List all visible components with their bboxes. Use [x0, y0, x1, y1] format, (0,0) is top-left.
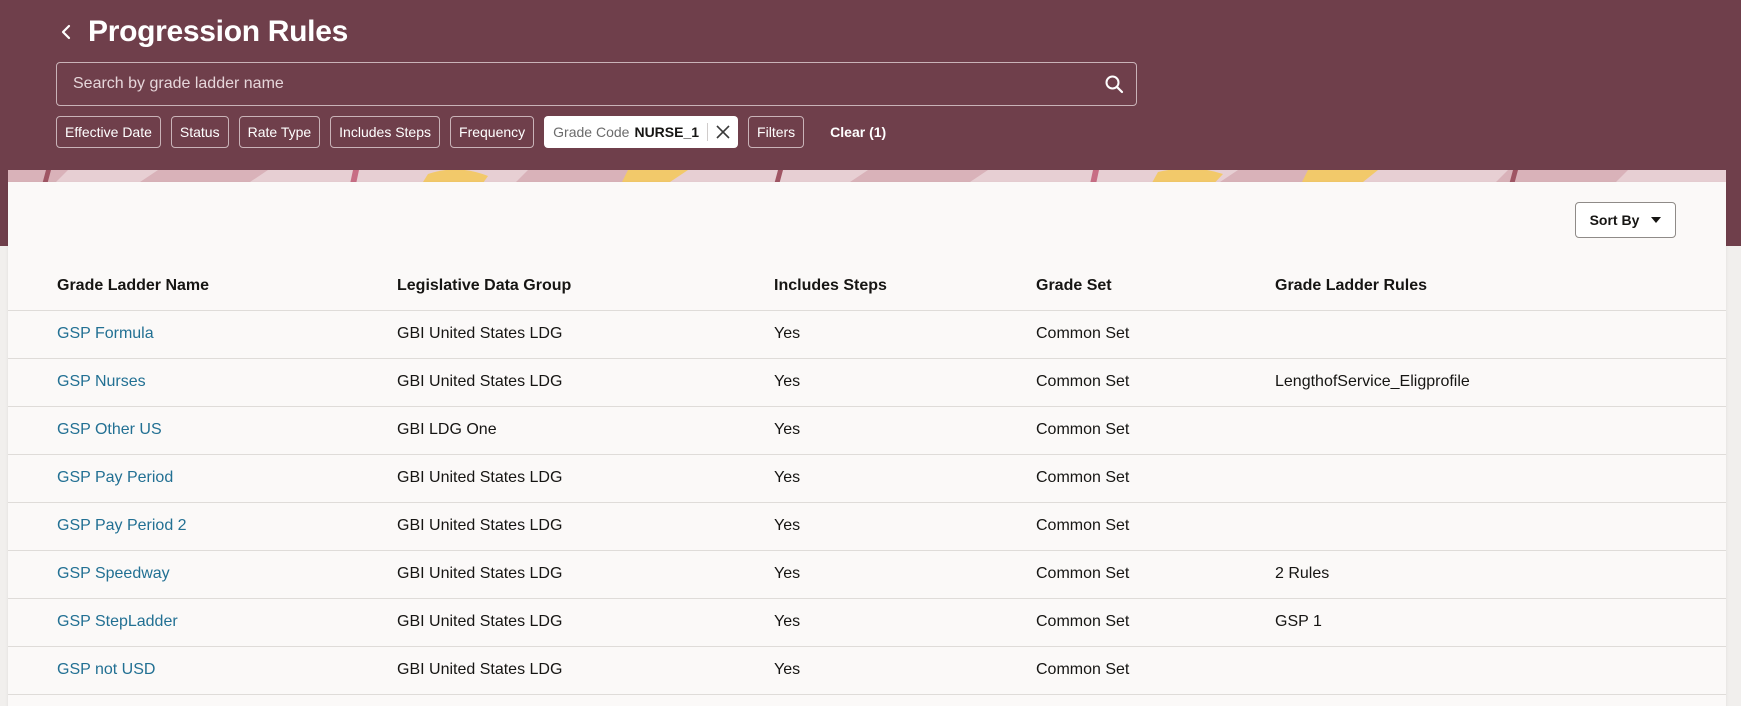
- ldg-cell: GBI United States LDG: [397, 646, 774, 695]
- ldg-cell: GBI United States LDG: [397, 598, 774, 647]
- table-header-row: Grade Ladder Name Legislative Data Group…: [8, 262, 1726, 311]
- includes-steps-cell: Yes: [774, 358, 1036, 407]
- grade-ladder-link[interactable]: GSP Nurses: [57, 373, 146, 390]
- ldg-cell: GBI United States LDG: [397, 358, 774, 407]
- column-header-grade-ladder-name: Grade Ladder Name: [8, 262, 397, 311]
- search-input[interactable]: [57, 63, 1092, 105]
- ldg-cell: GBI United States LDG: [397, 502, 774, 551]
- includes-steps-cell: Yes: [774, 550, 1036, 599]
- results-panel: Sort By Grade Ladder Name Legislative Da…: [8, 182, 1726, 706]
- grade-ladder-rules-cell: [1275, 406, 1726, 455]
- grade-ladder-rules-cell: [1275, 646, 1726, 695]
- search-box: [56, 62, 1137, 106]
- sort-by-label: Sort By: [1589, 212, 1640, 228]
- grade-ladder-link[interactable]: GSP Formula: [57, 325, 154, 342]
- grade-set-cell: Common Set: [1036, 358, 1275, 407]
- table-row[interactable]: GSP Nurses GBI United States LDG Yes Com…: [8, 358, 1726, 407]
- table-row[interactable]: GSP Pay Period 2 GBI United States LDG Y…: [8, 502, 1726, 551]
- grade-set-cell: Common Set: [1036, 550, 1275, 599]
- ldg-cell: GBI United States LDG: [397, 310, 774, 359]
- grade-set-cell: Common Set: [1036, 502, 1275, 551]
- grade-set-cell: Common Set: [1036, 598, 1275, 647]
- grade-ladder-rules-cell: LengthofService_Eligprofile: [1275, 358, 1726, 407]
- ldg-cell: GBI United States LDG: [397, 454, 774, 503]
- column-header-legislative-data-group: Legislative Data Group: [397, 262, 774, 311]
- filter-chip-includes-steps[interactable]: Includes Steps: [330, 116, 441, 148]
- table-row[interactable]: GSP StepLadder GBI United States LDG Yes…: [8, 598, 1726, 647]
- grade-ladder-rules-cell: 2 Rules: [1275, 550, 1726, 599]
- table-row[interactable]: GSP not USD GBI United States LDG Yes Co…: [8, 646, 1726, 695]
- close-icon[interactable]: [716, 125, 730, 139]
- ldg-cell: GBI LDG One: [397, 406, 774, 455]
- grade-ladder-link[interactable]: GSP Pay Period 2: [57, 517, 187, 534]
- filter-chip-effective-date[interactable]: Effective Date: [56, 116, 161, 148]
- grade-ladder-link[interactable]: GSP StepLadder: [57, 613, 178, 630]
- active-filter-label: Grade Code: [553, 124, 630, 140]
- grade-set-cell: Common Set: [1036, 454, 1275, 503]
- filter-chip-rate-type[interactable]: Rate Type: [238, 116, 321, 148]
- page-title: Progression Rules: [88, 15, 348, 48]
- chevron-left-icon: [61, 24, 71, 40]
- grade-set-cell: Common Set: [1036, 406, 1275, 455]
- column-header-includes-steps: Includes Steps: [774, 262, 1036, 311]
- grade-ladder-rules-cell: [1275, 502, 1726, 551]
- table-row[interactable]: GSP Formula GBI United States LDG Yes Co…: [8, 310, 1726, 359]
- filters-button[interactable]: Filters: [748, 116, 805, 148]
- includes-steps-cell: Yes: [774, 598, 1036, 647]
- search-icon[interactable]: [1092, 63, 1136, 105]
- grade-set-cell: Common Set: [1036, 646, 1275, 695]
- sort-by-button[interactable]: Sort By: [1575, 202, 1676, 238]
- column-header-grade-ladder-rules: Grade Ladder Rules: [1275, 262, 1726, 311]
- grade-ladder-rules-cell: [1275, 310, 1726, 359]
- filter-chip-frequency[interactable]: Frequency: [450, 116, 535, 148]
- includes-steps-cell: Yes: [774, 502, 1036, 551]
- ldg-cell: GBI United States LDG: [397, 550, 774, 599]
- includes-steps-cell: Yes: [774, 454, 1036, 503]
- page: Progression Rules Effective Date Status …: [0, 0, 1741, 706]
- includes-steps-cell: Yes: [774, 406, 1036, 455]
- grade-ladder-link[interactable]: GSP Other US: [57, 421, 162, 438]
- grade-ladder-link[interactable]: GSP not USD: [57, 661, 155, 678]
- filter-chips: Effective Date Status Rate Type Includes…: [56, 116, 886, 148]
- includes-steps-cell: Yes: [774, 646, 1036, 695]
- grade-ladder-link[interactable]: GSP Speedway: [57, 565, 170, 582]
- filter-chip-grade-code[interactable]: Grade Code NURSE_1: [544, 116, 739, 148]
- grade-ladder-rules-cell: GSP 1: [1275, 598, 1726, 647]
- filter-chip-status[interactable]: Status: [170, 116, 229, 148]
- grade-ladder-link[interactable]: GSP Pay Period: [57, 469, 173, 486]
- chip-divider: [707, 123, 709, 141]
- table-row[interactable]: GSP Other US GBI LDG One Yes Common Set: [8, 406, 1726, 455]
- table-row[interactable]: GSP Speedway GBI United States LDG Yes C…: [8, 550, 1726, 599]
- column-header-grade-set: Grade Set: [1036, 262, 1275, 311]
- grade-ladder-rules-cell: [1275, 454, 1726, 503]
- magnifier-glyph: [1105, 75, 1124, 94]
- title-row: Progression Rules: [54, 14, 348, 50]
- table-row[interactable]: GSP Pay Period GBI United States LDG Yes…: [8, 454, 1726, 503]
- grade-set-cell: Common Set: [1036, 310, 1275, 359]
- includes-steps-cell: Yes: [774, 310, 1036, 359]
- results-table: Grade Ladder Name Legislative Data Group…: [8, 262, 1726, 695]
- clear-filters-link[interactable]: Clear (1): [830, 124, 886, 140]
- caret-down-icon: [1651, 217, 1662, 223]
- active-filter-value: NURSE_1: [634, 124, 700, 140]
- back-button[interactable]: [54, 14, 78, 50]
